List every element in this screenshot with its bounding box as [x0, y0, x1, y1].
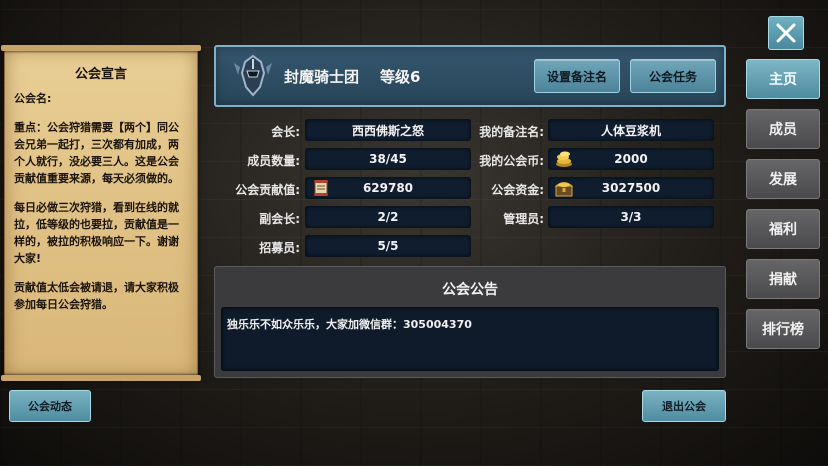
member-count-value: 38/45 — [305, 148, 471, 170]
recruiter-value: 5/5 — [305, 235, 471, 257]
guild-level: 等级6 — [380, 68, 421, 86]
vice-leader-label: 副会长: — [259, 212, 300, 226]
announcement-body: 独乐乐不如众乐乐，大家加微信群：305004370 — [221, 307, 719, 371]
nav-tab-development[interactable]: 发展 — [746, 159, 820, 199]
manager-value: 3/3 — [548, 206, 714, 228]
declaration-line — [14, 267, 188, 279]
leader-value: 西西佛斯之怒 — [305, 119, 471, 141]
set-note-button[interactable]: 设置备注名 — [534, 59, 620, 93]
guild-task-button[interactable]: 公会任务 — [630, 59, 716, 93]
manager-label: 管理员: — [503, 212, 544, 226]
declaration-line — [14, 187, 188, 199]
announcement-title: 公会公告 — [442, 282, 498, 298]
my-note-label: 我的备注名: — [479, 125, 544, 139]
guild-header: 封魔骑士团 等级6 设置备注名 公会任务 — [214, 45, 726, 107]
nav-tab-members[interactable]: 成员 — [746, 109, 820, 149]
recruiter-label: 招募员: — [259, 241, 300, 255]
nav-tab-welfare[interactable]: 福利 — [746, 209, 820, 249]
nav-tab-donate[interactable]: 捐献 — [746, 259, 820, 299]
close-icon — [776, 23, 796, 43]
gold-coins-icon — [556, 151, 572, 167]
funds-field: 3027500 — [548, 177, 714, 199]
declaration-line: 公会名: — [14, 92, 52, 105]
funds-value: 3027500 — [601, 181, 661, 195]
declaration-line — [14, 107, 188, 119]
close-button[interactable] — [768, 16, 804, 50]
contribution-value: 629780 — [362, 181, 414, 195]
contribution-field: 629780 — [305, 177, 471, 199]
nav-tab-ranking[interactable]: 排行榜 — [746, 309, 820, 349]
announcement-text: 独乐乐不如众乐乐，大家加微信群：305004370 — [227, 318, 472, 331]
declaration-title: 公会宣言 — [74, 67, 127, 82]
guild-info-grid: 会长: 西西佛斯之怒 成员数量: 38/45 公会贡献值: 629780 副会长… — [214, 112, 726, 258]
guild-declaration-panel: 公会宣言 公会名: 重点：公会狩猎需要【两个】同公会兄弟一起打，三次都有加成，两… — [1, 45, 201, 381]
funds-label: 公会资金: — [491, 183, 544, 197]
vice-leader-value: 2/2 — [305, 206, 471, 228]
guild-announcement-panel: 公会公告 独乐乐不如众乐乐，大家加微信群：305004370 — [214, 266, 726, 378]
knight-helmet-emblem-icon — [234, 54, 272, 97]
my-note-value: 人体豆浆机 — [548, 119, 714, 141]
my-coin-value: 2000 — [614, 152, 648, 166]
guild-name: 封魔骑士团 — [284, 68, 360, 86]
declaration-line: 重点：公会狩猎需要【两个】同公会兄弟一起打，三次都有加成，两个人就行，没必要三人… — [14, 121, 179, 185]
nav-tab-home[interactable]: 主页 — [746, 59, 820, 99]
declaration-line: 贡献值太低会被请退，请大家积极参加每日公会狩猎。 — [14, 281, 179, 311]
contribution-label: 公会贡献值: — [235, 183, 300, 197]
declaration-line: 每日必做三次狩猎，看到在线的就拉，低等级的也要拉，贡献值是一样的，被拉的积极响应… — [14, 201, 179, 265]
my-coin-field: 2000 — [548, 148, 714, 170]
my-coin-label: 我的公会币: — [479, 154, 544, 168]
guild-activity-button[interactable]: 公会动态 — [9, 390, 91, 422]
member-count-label: 成员数量: — [247, 154, 300, 168]
treasure-chest-icon — [554, 182, 574, 197]
leader-label: 会长: — [271, 125, 300, 139]
leave-guild-button[interactable]: 退出公会 — [642, 390, 726, 422]
scroll-icon — [314, 180, 328, 196]
